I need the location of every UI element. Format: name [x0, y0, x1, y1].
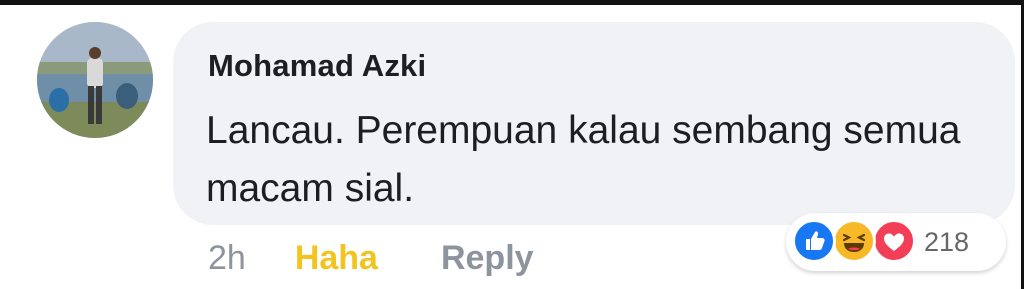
comment-screenshot: Mohamad Azki Lancau. Perempuan kalau sem… — [0, 0, 1024, 289]
reply-button[interactable]: Reply — [441, 239, 534, 278]
avatar-photo — [37, 22, 153, 138]
comment-actions: 2h Haha Reply — [208, 236, 534, 280]
timestamp[interactable]: 2h — [208, 239, 246, 278]
haha-reaction-button[interactable]: Haha — [295, 239, 378, 278]
comment-text: Lancau. Perempuan kalau sembang semua ma… — [206, 109, 961, 210]
haha-icon — [832, 219, 876, 263]
reactions-summary[interactable]: 218 — [786, 213, 1006, 271]
author-name[interactable]: Mohamad Azki — [208, 48, 426, 84]
like-icon — [792, 219, 836, 263]
love-icon — [872, 219, 916, 263]
top-border — [0, 0, 1024, 5]
avatar[interactable] — [37, 22, 153, 138]
comment-bubble: Mohamad Azki Lancau. Perempuan kalau sem… — [173, 22, 1015, 225]
reaction-count: 218 — [924, 227, 970, 257]
